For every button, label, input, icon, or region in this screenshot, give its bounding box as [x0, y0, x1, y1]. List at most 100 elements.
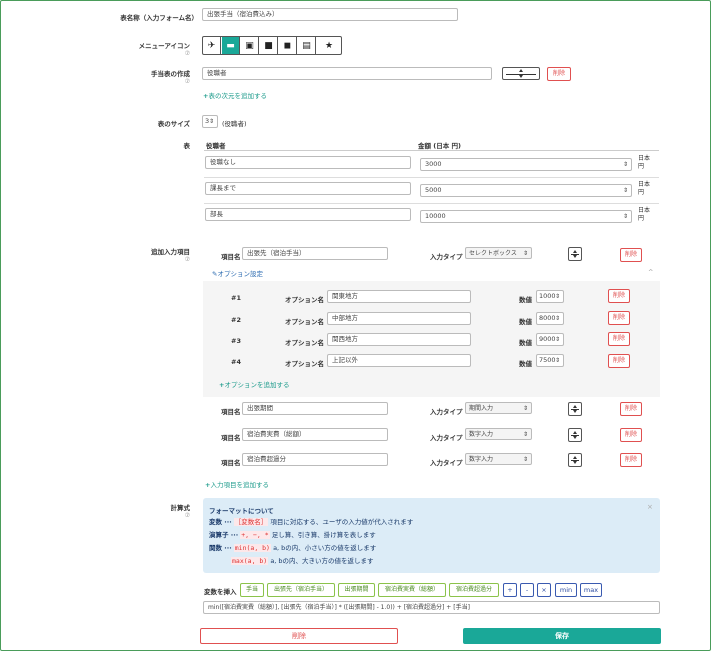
delete-form-button[interactable]: 削除: [200, 628, 398, 644]
divider: [204, 177, 659, 178]
insert-var-button[interactable]: 宿泊費超過分: [449, 583, 499, 597]
option-name-label: オプション名: [285, 296, 324, 304]
option-value-input[interactable]: 9000: [536, 333, 564, 346]
item-name-input[interactable]: 出張期間: [242, 402, 388, 415]
add-option-link[interactable]: +オプションを追加する: [219, 379, 289, 389]
item-name-input[interactable]: 宿泊費実費（総額）: [242, 428, 388, 441]
help-icon: ⑦: [184, 78, 190, 85]
dimension-sort-button[interactable]: [502, 67, 540, 80]
option-value-label: 数値: [519, 360, 532, 368]
input-type-label: 入力タイプ: [430, 459, 463, 467]
move-handle[interactable]: [568, 428, 582, 442]
option-value-input[interactable]: 8000: [536, 312, 564, 325]
format-line-variable: 変数 ··· ［変数名］ 項目に対応する、ユーザの入力値が代入されます: [209, 518, 414, 526]
insert-max-button[interactable]: max: [580, 583, 602, 597]
name-label: 表名称（入力フォーム名）: [120, 14, 198, 22]
row-amount-input[interactable]: 5000: [420, 184, 632, 197]
item-name-input[interactable]: 宿泊費超過分: [242, 453, 388, 466]
option-number: #3: [231, 337, 241, 345]
format-info-title: フォーマットについて: [209, 507, 274, 515]
row-role-input[interactable]: 部長: [205, 208, 411, 221]
col-amount-header: 金額 (日本 円): [418, 142, 461, 150]
insert-variable-label: 変数を挿入: [204, 588, 237, 596]
table-create-label: 手当表の作成: [151, 70, 190, 78]
option-value-input[interactable]: 1000: [536, 290, 564, 303]
dimension-input[interactable]: 役職者: [202, 67, 492, 80]
divider: [204, 150, 659, 151]
option-value-input[interactable]: 7500: [536, 354, 564, 367]
add-item-link[interactable]: +入力項目を追加する: [205, 479, 269, 489]
delete-option-button[interactable]: 削除: [608, 332, 630, 346]
delete-item-button[interactable]: 削除: [620, 453, 642, 467]
save-button[interactable]: 保存: [463, 628, 661, 644]
move-handle[interactable]: [568, 402, 582, 416]
delete-item-button[interactable]: 削除: [620, 248, 642, 262]
insert-minus-button[interactable]: -: [520, 583, 534, 597]
truck-icon[interactable]: ■: [260, 37, 278, 54]
col-role-header: 役職者: [206, 142, 226, 150]
delete-dimension-button[interactable]: 削除: [547, 67, 571, 81]
option-settings-link[interactable]: ✎オプション設定: [212, 268, 263, 278]
move-handle[interactable]: [568, 247, 582, 261]
row-amount-input[interactable]: 3000: [420, 158, 632, 171]
star-icon[interactable]: ★: [317, 37, 341, 54]
table-size-input[interactable]: 3: [202, 115, 218, 128]
divider: [204, 203, 659, 204]
item-name-label: 項目名: [221, 434, 241, 442]
option-name-input[interactable]: 関西地方: [327, 333, 471, 346]
option-value-label: 数値: [519, 318, 532, 326]
insert-plus-button[interactable]: +: [503, 583, 517, 597]
input-type-select[interactable]: セレクトボックス: [465, 247, 532, 259]
input-type-select[interactable]: 数字入力: [465, 453, 532, 465]
item-name-label: 項目名: [221, 459, 241, 467]
insert-var-button[interactable]: 出張期間: [338, 583, 375, 597]
insert-var-button[interactable]: 出張先（宿泊手当）: [267, 583, 335, 597]
input-type-select[interactable]: 数字入力: [465, 428, 532, 440]
bed-icon[interactable]: ▬: [222, 37, 240, 54]
row-amount-input[interactable]: 10000: [420, 210, 632, 223]
row-role-input[interactable]: 課長まで: [205, 182, 411, 195]
formula-input[interactable]: min([宿泊費実費（総額）], [出張先（宿泊手当）] * ([出張期間] -…: [203, 601, 660, 614]
item-name-input[interactable]: 出張先（宿泊手当）: [242, 247, 388, 260]
option-name-input[interactable]: 中部地方: [327, 312, 471, 325]
add-dimension-link[interactable]: +表の次元を追加する: [203, 90, 267, 100]
briefcase-icon[interactable]: ◼: [279, 37, 297, 54]
delete-option-button[interactable]: 削除: [608, 311, 630, 325]
table-size-label: 表のサイズ: [157, 120, 190, 128]
help-icon: ⑦: [184, 512, 190, 519]
insert-min-button[interactable]: min: [555, 583, 577, 597]
input-type-select[interactable]: 期間入力: [465, 402, 532, 414]
menu-icon-label: メニューアイコン: [138, 42, 190, 50]
table-label: 表: [183, 142, 191, 150]
insert-var-button[interactable]: 手当: [240, 583, 264, 597]
icon-picker: ✈ ▬ ▣ ■ ◼ ▤ ★: [202, 36, 342, 55]
format-line-operator: 演算子 ··· +, −, * 足し算、引き算、掛け算を表します: [209, 531, 376, 539]
airplane-icon[interactable]: ✈: [203, 37, 221, 54]
book-icon[interactable]: ▤: [298, 37, 316, 54]
option-name-label: オプション名: [285, 339, 324, 347]
option-name-label: オプション名: [285, 318, 324, 326]
option-name-input[interactable]: 上記以外: [327, 354, 471, 367]
extra-fields-label: 追加入力項目: [151, 248, 190, 256]
delete-option-button[interactable]: 削除: [608, 289, 630, 303]
move-handle[interactable]: [568, 453, 582, 467]
item-name-label: 項目名: [221, 253, 241, 261]
input-type-label: 入力タイプ: [430, 408, 463, 416]
help-icon: ⑦: [184, 256, 190, 263]
option-name-label: オプション名: [285, 360, 324, 368]
row-role-input[interactable]: 役職なし: [205, 156, 411, 169]
option-name-input[interactable]: 関東地方: [327, 290, 471, 303]
collapse-icon[interactable]: ^: [648, 268, 653, 276]
name-input[interactable]: 出張手当（宿泊費込み）: [202, 8, 458, 21]
delete-option-button[interactable]: 削除: [608, 354, 630, 368]
option-value-label: 数値: [519, 339, 532, 347]
car-icon[interactable]: ▣: [241, 37, 259, 54]
input-type-label: 入力タイプ: [430, 253, 463, 261]
close-icon[interactable]: ×: [647, 503, 653, 511]
delete-item-button[interactable]: 削除: [620, 402, 642, 416]
option-number: #2: [231, 316, 241, 324]
insert-multiply-button[interactable]: ×: [537, 583, 551, 597]
insert-var-button[interactable]: 宿泊費実費（総額）: [378, 583, 446, 597]
delete-item-button[interactable]: 削除: [620, 428, 642, 442]
option-number: #4: [231, 358, 241, 366]
